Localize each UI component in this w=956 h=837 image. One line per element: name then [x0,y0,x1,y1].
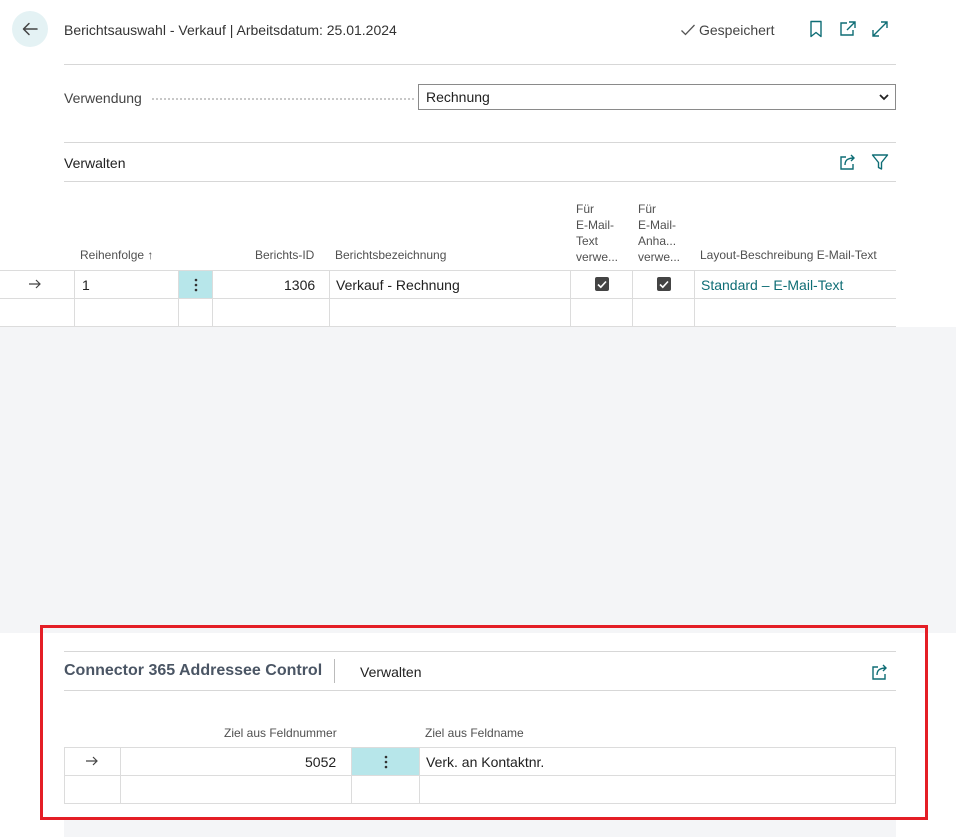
section-divider [64,142,896,143]
ellipsis-icon [194,278,197,291]
col-header-report-id[interactable]: Berichts-ID [255,247,314,263]
share-icon[interactable] [838,152,858,172]
row-arrow-icon [29,279,41,289]
cell-report-name[interactable]: Verkauf - Rechnung [336,277,460,293]
checkbox-email-attachment[interactable] [657,277,671,291]
ellipsis-icon [384,755,387,768]
part-toolbar-divider [64,690,896,691]
part-top-divider [64,651,896,652]
checkmark-icon [659,280,669,288]
open-new-window-icon[interactable] [838,19,858,39]
title-separator [334,659,335,683]
expand-icon[interactable] [870,19,890,39]
col-header-field-no[interactable]: Ziel aus Feldnummer [224,725,337,741]
header-divider [64,64,896,65]
bookmark-icon[interactable] [806,19,826,39]
empty-list-area [0,327,956,633]
back-button[interactable] [12,11,48,47]
col-header-layout[interactable]: Layout-Beschreibung E-Mail-Text [700,247,877,263]
grid-line [64,803,896,804]
row-actions-button[interactable] [352,748,419,775]
cell-report-id[interactable]: 1306 [284,277,315,293]
page-title: Berichtsauswahl - Verkauf | Arbeitsdatum… [64,22,397,38]
usage-leader-dots [152,98,414,100]
checkbox-email-text[interactable] [595,277,609,291]
col-header-sequence[interactable]: Reihenfolge ↑ [80,247,153,263]
col-header-report-name[interactable]: Berichtsbezeichnung [335,247,446,263]
bottom-filler [64,820,896,837]
cell-field-no[interactable]: 5052 [305,754,336,770]
col-header-email-text[interactable]: Für E-Mail- Text verwe... [576,201,618,265]
cell-sequence[interactable]: 1 [82,277,90,293]
usage-label: Verwendung [64,90,142,106]
grid-line [64,775,896,776]
layout-link[interactable]: Standard – E-Mail-Text [701,277,843,293]
sort-ascending-icon: ↑ [147,248,154,262]
grid-line [0,298,896,299]
share-icon[interactable] [870,662,890,682]
cell-field-name[interactable]: Verk. an Kontaktnr. [426,754,544,770]
addressee-manage-menu[interactable]: Verwalten [360,664,421,680]
col-header-field-name[interactable]: Ziel aus Feldname [425,725,524,741]
table-row[interactable]: 1 1306 Verkauf - Rechnung Standard – E-M… [0,271,896,298]
usage-selected-value: Rechnung [426,89,490,105]
toolbar-divider [64,181,896,182]
filter-icon[interactable] [870,152,890,172]
saved-status-label: Gespeichert [699,22,775,38]
back-arrow-icon [22,22,38,36]
checkmark-icon [681,24,695,36]
col-header-email-attachment[interactable]: Für E-Mail- Anha... verwe... [638,201,680,265]
row-actions-button[interactable] [179,271,212,298]
highlight-frame [40,625,928,820]
manage-menu[interactable]: Verwalten [64,155,125,171]
addressee-control-title: Connector 365 Addressee Control [64,662,323,679]
table-row[interactable]: 5052 Verk. an Kontaktnr. [64,748,896,775]
checkmark-icon [597,280,607,288]
usage-select[interactable]: Rechnung [418,84,896,110]
row-arrow-icon [86,756,98,766]
chevron-down-icon [879,94,889,101]
saved-status: Gespeichert [680,22,774,38]
